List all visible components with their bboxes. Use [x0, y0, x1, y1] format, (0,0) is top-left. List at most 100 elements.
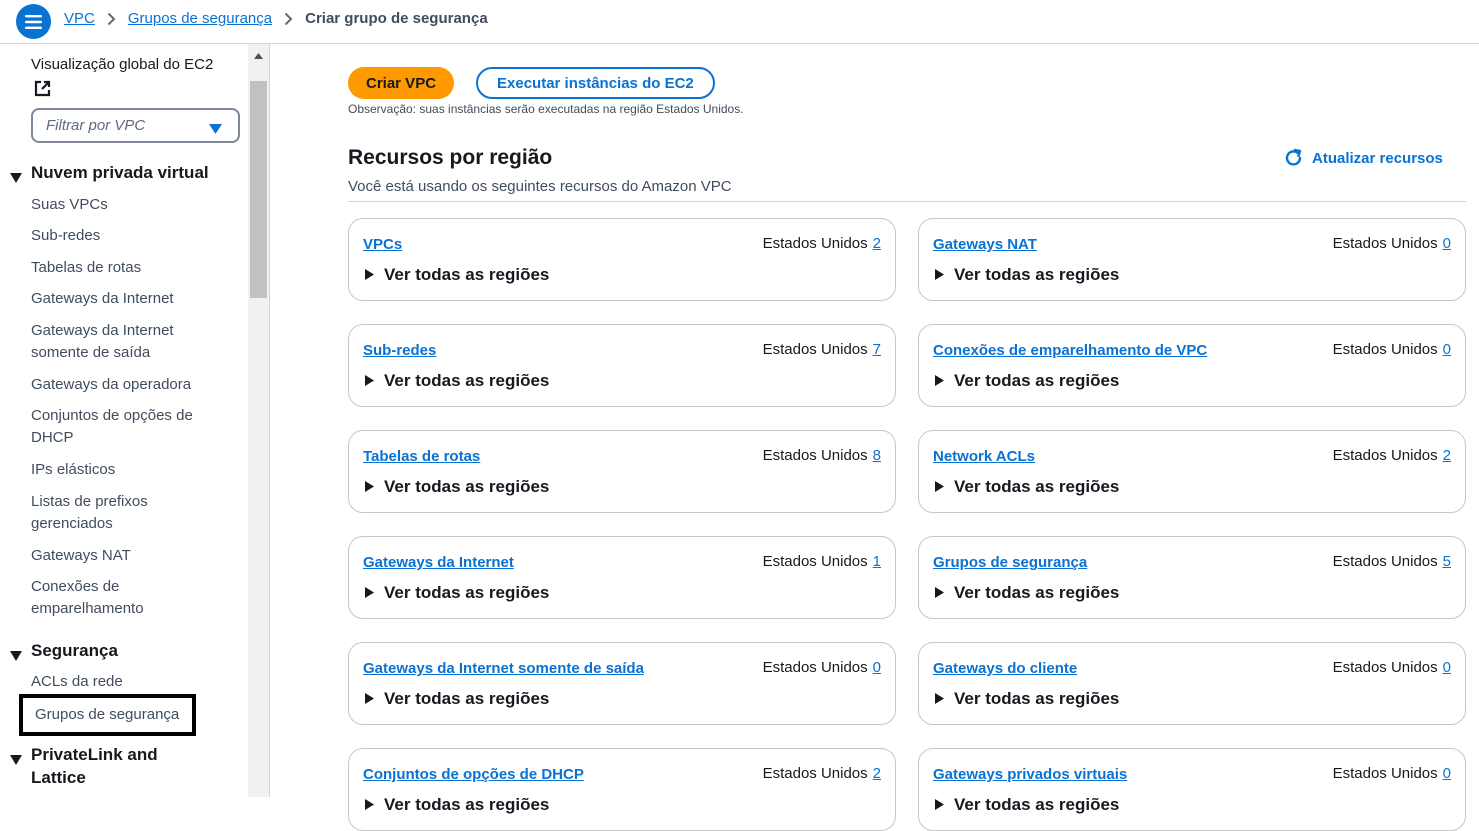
sidebar-item-security-groups[interactable]: Grupos de segurança: [19, 694, 196, 736]
sidebar-item-peering-connections[interactable]: Conexões de emparelhamento: [31, 576, 171, 620]
view-all-regions-toggle[interactable]: Ver todas as regiões: [365, 689, 549, 709]
view-all-regions-label: Ver todas as regiões: [954, 689, 1120, 708]
sidebar-item-internet-gateways[interactable]: Gateways da Internet: [31, 288, 231, 310]
view-all-regions-toggle[interactable]: Ver todas as regiões: [935, 371, 1119, 391]
resource-card-link[interactable]: Gateways da Internet somente de saída: [363, 660, 644, 677]
triangle-right-icon: [935, 477, 944, 497]
resource-card-link[interactable]: Grupos de segurança: [933, 554, 1087, 571]
resource-count-link[interactable]: 5: [1443, 553, 1451, 570]
region-note: Observação: suas instâncias serão execut…: [348, 102, 744, 116]
region-label: Estados Unidos: [762, 447, 868, 464]
resource-card-link[interactable]: Gateways do cliente: [933, 660, 1077, 677]
triangle-down-icon: [10, 748, 22, 771]
resource-card: Gateways privados virtuais Estados Unidos…: [918, 748, 1466, 831]
sidebar-item-carrier-gateways[interactable]: Gateways da operadora: [31, 374, 231, 396]
view-all-regions-toggle[interactable]: Ver todas as regiões: [935, 689, 1119, 709]
view-all-regions-toggle[interactable]: Ver todas as regiões: [935, 477, 1119, 497]
external-link-icon[interactable]: [34, 80, 51, 102]
resource-card-link[interactable]: Gateways da Internet: [363, 554, 514, 571]
view-all-regions-toggle[interactable]: Ver todas as regiões: [365, 477, 549, 497]
menu-button[interactable]: [16, 4, 51, 39]
view-all-regions-label: Ver todas as regiões: [384, 689, 550, 708]
resource-card-link[interactable]: Gateways NAT: [933, 236, 1037, 253]
view-all-regions-label: Ver todas as regiões: [384, 583, 550, 602]
section-title: Recursos por região: [348, 146, 553, 169]
resource-card-region: Estados Unidos 7: [763, 341, 881, 358]
region-label: Estados Unidos: [762, 659, 868, 676]
resource-card-link[interactable]: Sub-redes: [363, 342, 436, 359]
resource-count-link[interactable]: 0: [1443, 659, 1451, 676]
sidebar-item-ec2-global-view[interactable]: Visualização global do EC2: [31, 55, 213, 74]
breadcrumb-vpc[interactable]: VPC: [64, 10, 95, 27]
triangle-right-icon: [365, 795, 374, 815]
resource-card-link[interactable]: Network ACLs: [933, 448, 1035, 465]
create-vpc-button[interactable]: Criar VPC: [348, 67, 455, 99]
view-all-regions-label: Ver todas as regiões: [384, 477, 550, 496]
breadcrumb: VPC Grupos de segurança Criar grupo de s…: [64, 10, 488, 27]
resource-card-link[interactable]: Tabelas de rotas: [363, 448, 480, 465]
sidebar-item-dhcp-option-sets[interactable]: Conjuntos de opções de DHCP: [31, 405, 211, 449]
resource-count-link[interactable]: 2: [1443, 447, 1451, 464]
vpc-filter-select[interactable]: Filtrar por VPC: [31, 108, 240, 143]
view-all-regions-toggle[interactable]: Ver todas as regiões: [365, 795, 549, 815]
caret-down-icon: [209, 121, 222, 138]
resource-card: Conjuntos de opções de DHCP Estados Unido…: [348, 748, 896, 831]
resource-count-link[interactable]: 1: [873, 553, 881, 570]
triangle-right-icon: [935, 371, 944, 391]
resource-count-link[interactable]: 0: [1443, 235, 1451, 252]
sidebar-item-elastic-ips[interactable]: IPs elásticos: [31, 459, 231, 481]
section-subtitle: Você está usando os seguintes recursos d…: [348, 178, 732, 195]
resource-count-link[interactable]: 0: [873, 659, 881, 676]
resource-count-link[interactable]: 0: [1443, 341, 1451, 358]
sidebar-item-managed-prefix-lists[interactable]: Listas de prefixos gerenciados: [31, 491, 171, 535]
resource-card-region: Estados Unidos 2: [1333, 447, 1451, 464]
resource-card-link[interactable]: Conexões de emparelhamento de VPC: [933, 342, 1207, 359]
resource-card-region: Estados Unidos 0: [1333, 765, 1451, 782]
resource-card-link[interactable]: Conjuntos de opções de DHCP: [363, 766, 584, 783]
resource-card-region: Estados Unidos 1: [763, 553, 881, 570]
sidebar-section-virtual-private-cloud[interactable]: Nuvem privada virtual: [10, 161, 209, 189]
resource-card-link[interactable]: Gateways privados virtuais: [933, 766, 1127, 783]
refresh-icon: [1285, 148, 1302, 166]
scroll-up-icon[interactable]: [248, 46, 269, 66]
resource-card: VPCs Estados Unidos 2 Ver todas as regiões: [348, 218, 896, 301]
resource-count-link[interactable]: 2: [873, 765, 881, 782]
sidebar-section-privatelink-lattice[interactable]: PrivateLink and Lattice: [10, 743, 190, 789]
breadcrumb-security-groups[interactable]: Grupos de segurança: [128, 10, 272, 27]
sidebar-item-subnets[interactable]: Sub-redes: [31, 225, 231, 247]
sidebar-item-network-acls[interactable]: ACLs da rede: [31, 671, 231, 693]
main-content: Criar VPC Executar instâncias do EC2 Obs…: [270, 44, 1479, 831]
sidebar-item-nat-gateways[interactable]: Gateways NAT: [31, 545, 231, 567]
view-all-regions-label: Ver todas as regiões: [954, 795, 1120, 814]
view-all-regions-toggle[interactable]: Ver todas as regiões: [935, 265, 1119, 285]
sidebar-item-your-vpcs[interactable]: Suas VPCs: [31, 194, 231, 216]
triangle-right-icon: [365, 583, 374, 603]
region-label: Estados Unidos: [762, 235, 868, 252]
resource-card-link[interactable]: VPCs: [363, 236, 402, 253]
resource-count-link[interactable]: 8: [873, 447, 881, 464]
view-all-regions-toggle[interactable]: Ver todas as regiões: [935, 795, 1119, 815]
resource-count-link[interactable]: 2: [873, 235, 881, 252]
resource-count-link[interactable]: 7: [873, 341, 881, 358]
view-all-regions-toggle[interactable]: Ver todas as regiões: [935, 583, 1119, 603]
scrollbar-thumb[interactable]: [250, 81, 267, 298]
view-all-regions-label: Ver todas as regiões: [384, 795, 550, 814]
resource-card-region: Estados Unidos 0: [1333, 659, 1451, 676]
sidebar-scrollbar[interactable]: [248, 44, 269, 797]
breadcrumb-current: Criar grupo de segurança: [305, 10, 488, 27]
resource-card: Tabelas de rotas Estados Unidos 8 Ver todas…: [348, 430, 896, 513]
view-all-regions-toggle[interactable]: Ver todas as regiões: [365, 583, 549, 603]
sidebar-section-security[interactable]: Segurança: [10, 639, 118, 667]
top-bar: VPC Grupos de segurança Criar grupo de s…: [0, 0, 1479, 44]
sidebar-item-route-tables[interactable]: Tabelas de rotas: [31, 257, 231, 279]
view-all-regions-toggle[interactable]: Ver todas as regiões: [365, 371, 549, 391]
launch-ec2-instances-button[interactable]: Executar instâncias do EC2: [476, 67, 715, 99]
resource-count-link[interactable]: 0: [1443, 765, 1451, 782]
triangle-right-icon: [935, 265, 944, 285]
view-all-regions-label: Ver todas as regiões: [954, 583, 1120, 602]
resource-card: Gateways da Internet Estados Unidos 1 Ver t…: [348, 536, 896, 619]
resource-card-region: Estados Unidos 0: [1333, 235, 1451, 252]
view-all-regions-toggle[interactable]: Ver todas as regiões: [365, 265, 549, 285]
sidebar-item-egress-only-internet-gateways[interactable]: Gateways da Internet somente de saída: [31, 320, 201, 364]
refresh-resources-button[interactable]: Atualizar recursos: [1284, 148, 1443, 168]
